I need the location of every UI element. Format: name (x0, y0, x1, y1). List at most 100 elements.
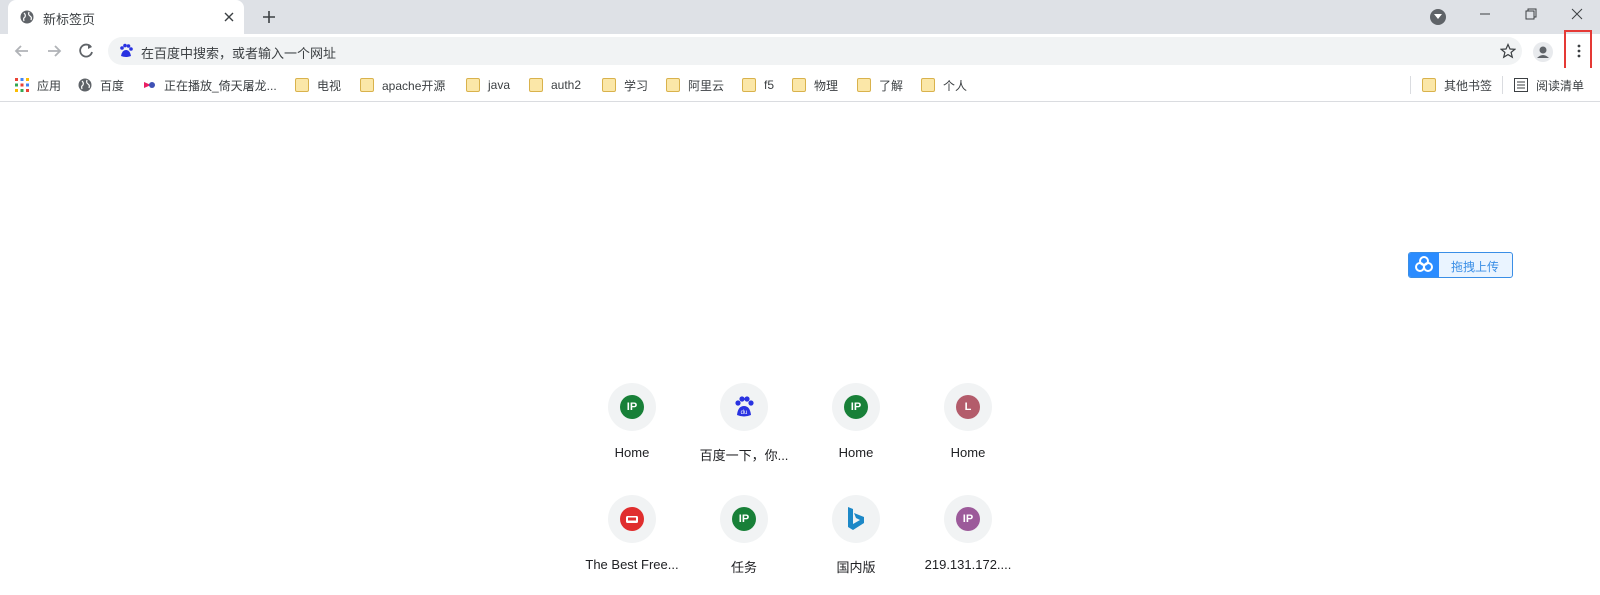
baidu-paw-icon (120, 43, 133, 57)
bookmark-reading-list[interactable]: 阅读清单 (1514, 76, 1584, 94)
bookmark-label: 电视 (317, 78, 342, 93)
bookmark-folder-java[interactable]: java (466, 76, 510, 94)
folder-icon (529, 78, 543, 92)
folder-icon (792, 78, 806, 92)
close-tab-icon[interactable] (222, 10, 236, 24)
bookmark-video[interactable]: 正在播放_倚天屠龙... (142, 76, 277, 94)
couch-icon (620, 507, 644, 531)
folder-icon (360, 78, 374, 92)
video-site-icon (144, 82, 155, 88)
bookmarks-bar: 应用 百度 正在播放_倚天屠龙... 电视 apache开源 java auth… (0, 68, 1600, 102)
address-bar[interactable]: 在百度中搜索，或者输入一个网址 (108, 37, 1522, 65)
shortcut-tile[interactable]: IP 219.131.172.... (912, 495, 1024, 595)
bookmark-apps[interactable]: 应用 (15, 76, 61, 94)
profile-avatar[interactable] (1533, 42, 1553, 62)
shortcut-tile[interactable]: 国内版 (800, 495, 912, 595)
shortcut-label: 任务 (730, 560, 757, 575)
bookmark-label: java (488, 78, 511, 92)
drag-upload-button[interactable]: 拖拽上传 (1408, 252, 1513, 278)
bookmark-label: 学习 (624, 78, 649, 93)
forward-arrow-icon[interactable] (43, 40, 65, 62)
shortcut-label: 百度一下，你... (699, 448, 789, 463)
folder-icon (295, 78, 309, 92)
shortcut-tile[interactable]: The Best Free... (576, 495, 688, 595)
shortcut-label: 219.131.172.... (924, 557, 1012, 572)
bookmark-label: 应用 (37, 78, 62, 93)
bookmark-folder-aliyun[interactable]: 阿里云 (666, 76, 724, 94)
letter-l-icon: L (956, 395, 980, 419)
reading-list-icon (1514, 78, 1528, 92)
folder-icon (602, 78, 616, 92)
bookmark-label: 正在播放_倚天屠龙... (164, 78, 277, 93)
bookmark-other-bookmarks[interactable]: 其他书签 (1422, 76, 1492, 94)
shortcut-icon-bg: IP (832, 383, 880, 431)
shortcut-tile[interactable]: IP 任务 (688, 495, 800, 595)
minimize-button[interactable] (1462, 0, 1508, 30)
shortcut-icon-bg: du (720, 383, 768, 431)
cloud-upload-icon (1409, 253, 1439, 277)
ip-letter-icon: IP (732, 507, 756, 531)
folder-icon (742, 78, 756, 92)
ip-letter-icon: IP (844, 395, 868, 419)
bookmark-label: 阅读清单 (1536, 78, 1585, 93)
back-arrow-icon[interactable] (11, 40, 33, 62)
tab-strip: 新标签页 (0, 0, 1600, 34)
toolbar: 在百度中搜索，或者输入一个网址 (0, 30, 1600, 70)
shortcut-icon-bg: IP (608, 383, 656, 431)
shortcut-tile[interactable]: L Home (912, 383, 1024, 483)
bookmark-star-icon[interactable] (1500, 43, 1516, 59)
shortcut-tile[interactable]: IP Home (576, 383, 688, 483)
folder-icon (466, 78, 480, 92)
tab-search-dropdown-icon[interactable] (1430, 9, 1446, 25)
bookmark-baidu[interactable]: 百度 (78, 76, 124, 94)
chrome-menu-button[interactable] (1564, 30, 1592, 70)
shortcut-label: 国内版 (836, 560, 876, 575)
bookmark-folder-tv[interactable]: 电视 (295, 76, 341, 94)
folder-icon (857, 78, 871, 92)
shortcut-icon-bg (832, 495, 880, 543)
address-placeholder: 在百度中搜索，或者输入一个网址 (141, 46, 337, 61)
shortcut-icon-bg (608, 495, 656, 543)
drag-upload-label: 拖拽上传 (1451, 260, 1500, 274)
close-window-button[interactable] (1554, 0, 1600, 30)
bookmark-folder-apache[interactable]: apache开源 (360, 76, 445, 94)
shortcut-tile[interactable]: IP Home (800, 383, 912, 483)
bookmark-separator (1502, 76, 1503, 94)
tab-new-tab[interactable]: 新标签页 (8, 0, 244, 34)
folder-icon (921, 78, 935, 92)
bookmark-separator (1410, 76, 1411, 94)
ip-letter-icon: IP (620, 395, 644, 419)
apps-grid-icon (15, 78, 29, 92)
bookmark-label: 了解 (879, 78, 904, 93)
shortcut-tile[interactable]: du 百度一下，你... (688, 383, 800, 483)
bookmark-label: auth2 (551, 78, 582, 92)
bookmark-label: f5 (764, 78, 775, 92)
shortcut-label: Home (614, 445, 650, 460)
bing-icon (848, 507, 864, 530)
shortcut-label: Home (838, 445, 874, 460)
bookmark-label: 其他书签 (1444, 78, 1493, 93)
bookmark-folder-study[interactable]: 学习 (602, 76, 648, 94)
restore-button[interactable] (1508, 0, 1554, 30)
bookmark-folder-learn[interactable]: 了解 (857, 76, 903, 94)
globe-icon (20, 10, 34, 24)
bookmark-folder-personal[interactable]: 个人 (921, 76, 967, 94)
bookmark-label: 阿里云 (688, 78, 725, 93)
bookmark-label: 物理 (814, 78, 839, 93)
bookmark-label: 个人 (943, 78, 968, 93)
baidu-paw-icon: du (735, 396, 754, 417)
reload-icon[interactable] (75, 40, 97, 62)
bookmark-folder-f5[interactable]: f5 (742, 76, 774, 94)
bookmark-folder-physics[interactable]: 物理 (792, 76, 838, 94)
bookmark-folder-auth2[interactable]: auth2 (529, 76, 581, 94)
shortcut-label: Home (950, 445, 986, 460)
svg-text:du: du (741, 410, 748, 416)
folder-icon (1422, 78, 1436, 92)
shortcut-icon-bg: IP (720, 495, 768, 543)
shortcut-label: The Best Free... (585, 557, 679, 572)
shortcut-icon-bg: L (944, 383, 992, 431)
bookmark-label: 百度 (100, 78, 125, 93)
new-tab-plus-icon[interactable] (260, 8, 278, 26)
ip-letter-icon: IP (956, 507, 980, 531)
globe-icon (78, 78, 92, 92)
